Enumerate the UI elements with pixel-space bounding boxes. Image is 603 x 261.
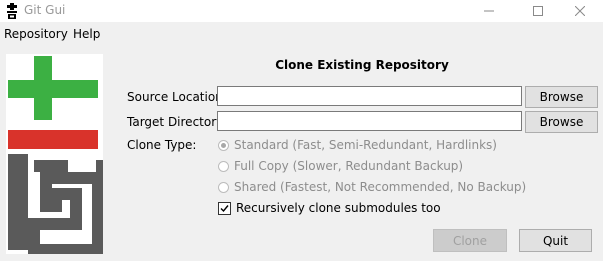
browse-target-button[interactable]: Browse — [525, 111, 598, 133]
git-gui-app-icon — [7, 3, 17, 19]
clone-type-full-copy-option[interactable]: Full Copy (Slower, Redundant Backup) — [218, 158, 463, 174]
maximize-button[interactable] — [515, 0, 561, 22]
standard-radio-button[interactable] — [218, 139, 229, 151]
clone-button[interactable]: Clone — [433, 229, 507, 252]
menu-repository[interactable]: Repository — [4, 27, 68, 41]
menu-help[interactable]: Help — [73, 27, 100, 41]
git-gui-logo — [6, 54, 104, 256]
source-location-label: Source Location: — [127, 90, 227, 104]
git-logo-icon — [8, 56, 104, 256]
title-bar: Git Gui — [0, 0, 603, 22]
clone-type-label: Clone Type: — [127, 138, 197, 152]
window-title: Git Gui — [24, 3, 66, 17]
minimize-button[interactable] — [466, 0, 512, 22]
shared-option-label: Shared (Fastest, Not Recommended, No Bac… — [234, 180, 527, 194]
full-copy-option-label: Full Copy (Slower, Redundant Backup) — [234, 159, 464, 173]
target-directory-label: Target Directory: — [127, 115, 227, 129]
shared-radio-button[interactable] — [218, 181, 229, 193]
clone-type-standard-option[interactable]: Standard (Fast, Semi-Redundant, Hardlink… — [218, 137, 497, 153]
recursive-submodules-option[interactable]: Recursively clone submodules too — [218, 200, 441, 216]
quit-button[interactable]: Quit — [519, 229, 592, 252]
minimize-icon — [484, 10, 494, 12]
recursive-submodules-label: Recursively clone submodules too — [236, 201, 441, 215]
dialog-heading: Clone Existing Repository — [275, 58, 449, 72]
close-icon — [575, 6, 585, 16]
git-gui-window: Git Gui Repository Help Clone Existing R… — [0, 0, 603, 261]
menu-bar: Repository Help — [0, 24, 603, 44]
standard-option-label: Standard (Fast, Semi-Redundant, Hardlink… — [234, 138, 497, 152]
source-location-input[interactable] — [217, 86, 522, 106]
recursive-submodules-checkbox[interactable] — [218, 201, 231, 215]
checkmark-icon — [220, 204, 229, 212]
close-button[interactable] — [557, 0, 603, 22]
maximize-icon — [533, 6, 543, 16]
clone-type-shared-option[interactable]: Shared (Fastest, Not Recommended, No Bac… — [218, 179, 526, 195]
target-directory-input[interactable] — [217, 111, 522, 131]
browse-source-button[interactable]: Browse — [525, 86, 598, 108]
full-copy-radio-button[interactable] — [218, 160, 229, 172]
